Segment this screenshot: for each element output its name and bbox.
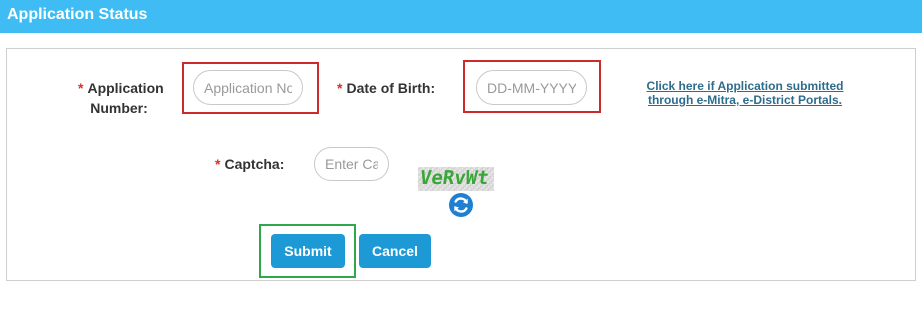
captcha-label-text: Captcha: — [224, 156, 285, 172]
required-marker: * — [337, 80, 343, 96]
date-of-birth-label: * Date of Birth: — [337, 78, 435, 98]
application-number-label-text: Application Number: — [87, 80, 164, 116]
emitra-link[interactable]: Click here if Application submitted thro… — [636, 79, 854, 107]
emitra-link-line2[interactable]: through e-Mitra, e-District Portals. — [636, 93, 854, 107]
date-of-birth-label-text: Date of Birth: — [346, 80, 436, 96]
captcha-image-text: VeRvWt — [418, 167, 491, 189]
required-marker: * — [215, 156, 221, 172]
page-header: Application Status — [0, 0, 922, 33]
submit-button[interactable]: Submit — [271, 234, 345, 268]
emitra-link-line1[interactable]: Click here if Application submitted — [636, 79, 854, 93]
captcha-label: * Captcha: — [215, 154, 284, 174]
cancel-button[interactable]: Cancel — [359, 234, 431, 268]
page-title: Application Status — [7, 6, 148, 23]
application-number-input[interactable] — [193, 70, 303, 105]
refresh-icon[interactable] — [449, 193, 473, 217]
date-of-birth-input[interactable] — [476, 70, 587, 105]
captcha-image: VeRvWt — [418, 167, 494, 191]
required-marker: * — [78, 80, 84, 96]
captcha-input[interactable] — [314, 147, 389, 181]
application-number-label: * Application Number: — [78, 78, 164, 118]
